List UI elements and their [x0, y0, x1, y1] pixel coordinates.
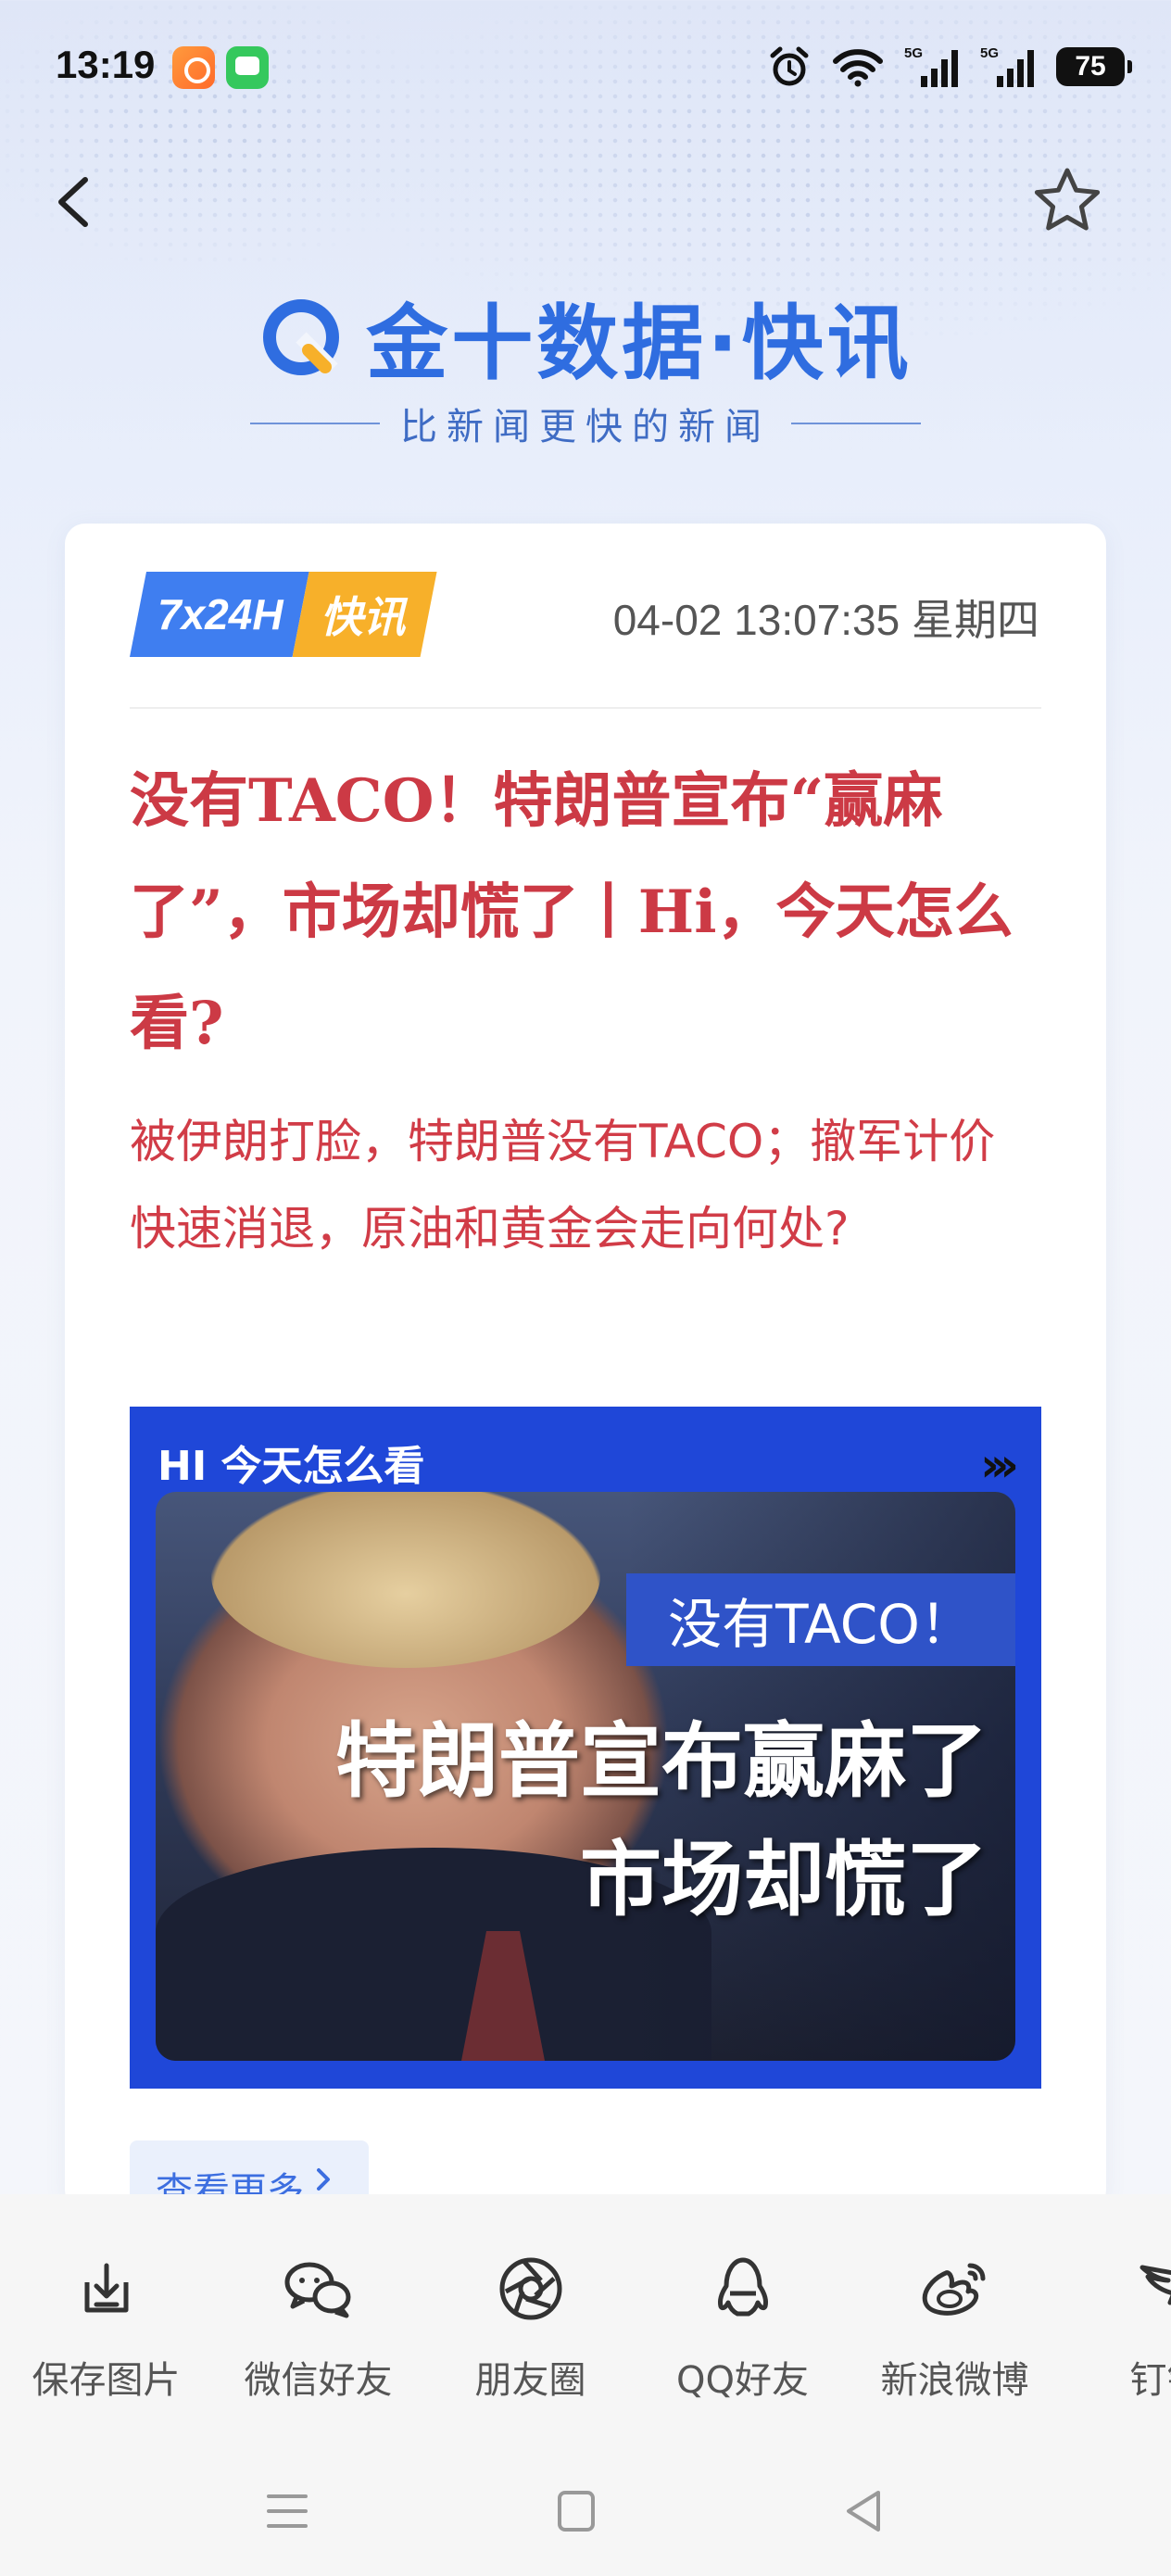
share-moments[interactable]: 朋友圈: [424, 2252, 636, 2404]
video-app-icon: [172, 46, 215, 89]
news-headline: 没有TACO！特朗普宣布“赢麻了”，市场却慌了丨Hi，今天怎么看?: [130, 766, 1014, 1058]
arrows-icon: ›››: [980, 1438, 1019, 1492]
image-headline-line-1: 特朗普宣布赢麻了: [334, 1712, 988, 1809]
share-label: 朋友圈: [474, 2359, 586, 2402]
share-bar: 保存图片 微信好友 朋友圈 QQ好友 新浪微博 钉: [0, 2194, 1171, 2576]
network-type-2: 5G: [980, 45, 999, 61]
star-outline-icon: [1034, 168, 1101, 231]
share-label: 微信好友: [244, 2359, 393, 2402]
news-summary: 被伊朗打脸，特朗普没有TACO；撤军计价快速消退，原油和黄金会走向何处?: [130, 1115, 996, 1256]
network-type-1: 5G: [904, 45, 923, 61]
moments-icon: [494, 2252, 568, 2326]
share-save-image[interactable]: 保存图片: [0, 2252, 212, 2404]
photo-hair: [211, 1492, 600, 1668]
dingtalk-icon: [1130, 2252, 1171, 2326]
download-icon: [69, 2252, 144, 2326]
flash-news-tag: 7x24H 快讯: [130, 572, 437, 657]
back-button[interactable]: [48, 167, 104, 237]
home-button[interactable]: [548, 2483, 604, 2539]
image-headline-line-2: 市场却慌了: [579, 1831, 988, 1927]
brand-header: 金十数据·快讯: [0, 278, 1171, 396]
share-qq-friend[interactable]: QQ好友: [636, 2252, 849, 2404]
wifi-icon: [832, 44, 884, 89]
divider: [130, 707, 1041, 709]
jin10-logo-icon: [263, 298, 340, 375]
favorite-button[interactable]: [1030, 163, 1104, 237]
recent-apps-button[interactable]: [259, 2483, 315, 2539]
chevron-left-icon: [58, 177, 88, 227]
weibo-icon: [918, 2252, 992, 2326]
brand-tagline: 比新闻更快的新闻: [400, 406, 771, 448]
share-dingtalk[interactable]: 钉钉: [1061, 2252, 1171, 2404]
share-items: 保存图片 微信好友 朋友圈 QQ好友 新浪微博 钉: [0, 2252, 1171, 2404]
tagline-divider-right: [791, 423, 921, 424]
alarm-icon: [767, 44, 812, 89]
qq-icon: [706, 2252, 780, 2326]
image-series-label: HI 今天怎么看: [157, 1443, 425, 1490]
news-card: 7x24H 快讯 04-02 13:07:35 星期四 没有TACO！特朗普宣布…: [65, 524, 1106, 2210]
status-time: 13:19: [56, 43, 156, 86]
square-icon: [558, 2491, 595, 2532]
battery-indicator: 75: [1056, 47, 1132, 86]
news-datetime: 04-02 13:07:35 星期四: [612, 596, 1039, 644]
news-image[interactable]: HI 今天怎么看 ››› 没有TACO！ 特朗普宣布赢麻了 市场却慌了: [130, 1407, 1041, 2089]
cellular-signal-icon-1: 5G: [904, 44, 960, 89]
share-label: 保存图片: [31, 2359, 181, 2402]
message-app-icon: [226, 46, 269, 89]
share-weibo[interactable]: 新浪微博: [849, 2252, 1061, 2404]
share-label: 新浪微博: [880, 2359, 1029, 2402]
brand-title: 金十数据·快讯: [366, 296, 913, 391]
share-label: 钉钉: [1129, 2359, 1171, 2402]
system-back-button[interactable]: [837, 2483, 893, 2539]
system-nav-bar: [0, 2465, 1171, 2548]
menu-icon: [267, 2494, 308, 2528]
brand-tagline-row: 比新闻更快的新闻: [0, 397, 1171, 450]
image-kicker: 没有TACO！: [626, 1573, 1015, 1666]
share-wechat-friend[interactable]: 微信好友: [212, 2252, 424, 2404]
tagline-divider-left: [250, 423, 380, 424]
tag-flash: 快讯: [293, 572, 437, 657]
triangle-back-icon: [847, 2491, 880, 2532]
tag-7x24h: 7x24H: [130, 572, 309, 657]
share-label: QQ好友: [676, 2359, 809, 2402]
wechat-icon: [282, 2252, 356, 2326]
chevron-right-icon: [317, 2168, 330, 2191]
status-bar: 13:19 5G 5G 75: [0, 0, 1171, 139]
cellular-signal-icon-2: 5G: [980, 44, 1036, 89]
